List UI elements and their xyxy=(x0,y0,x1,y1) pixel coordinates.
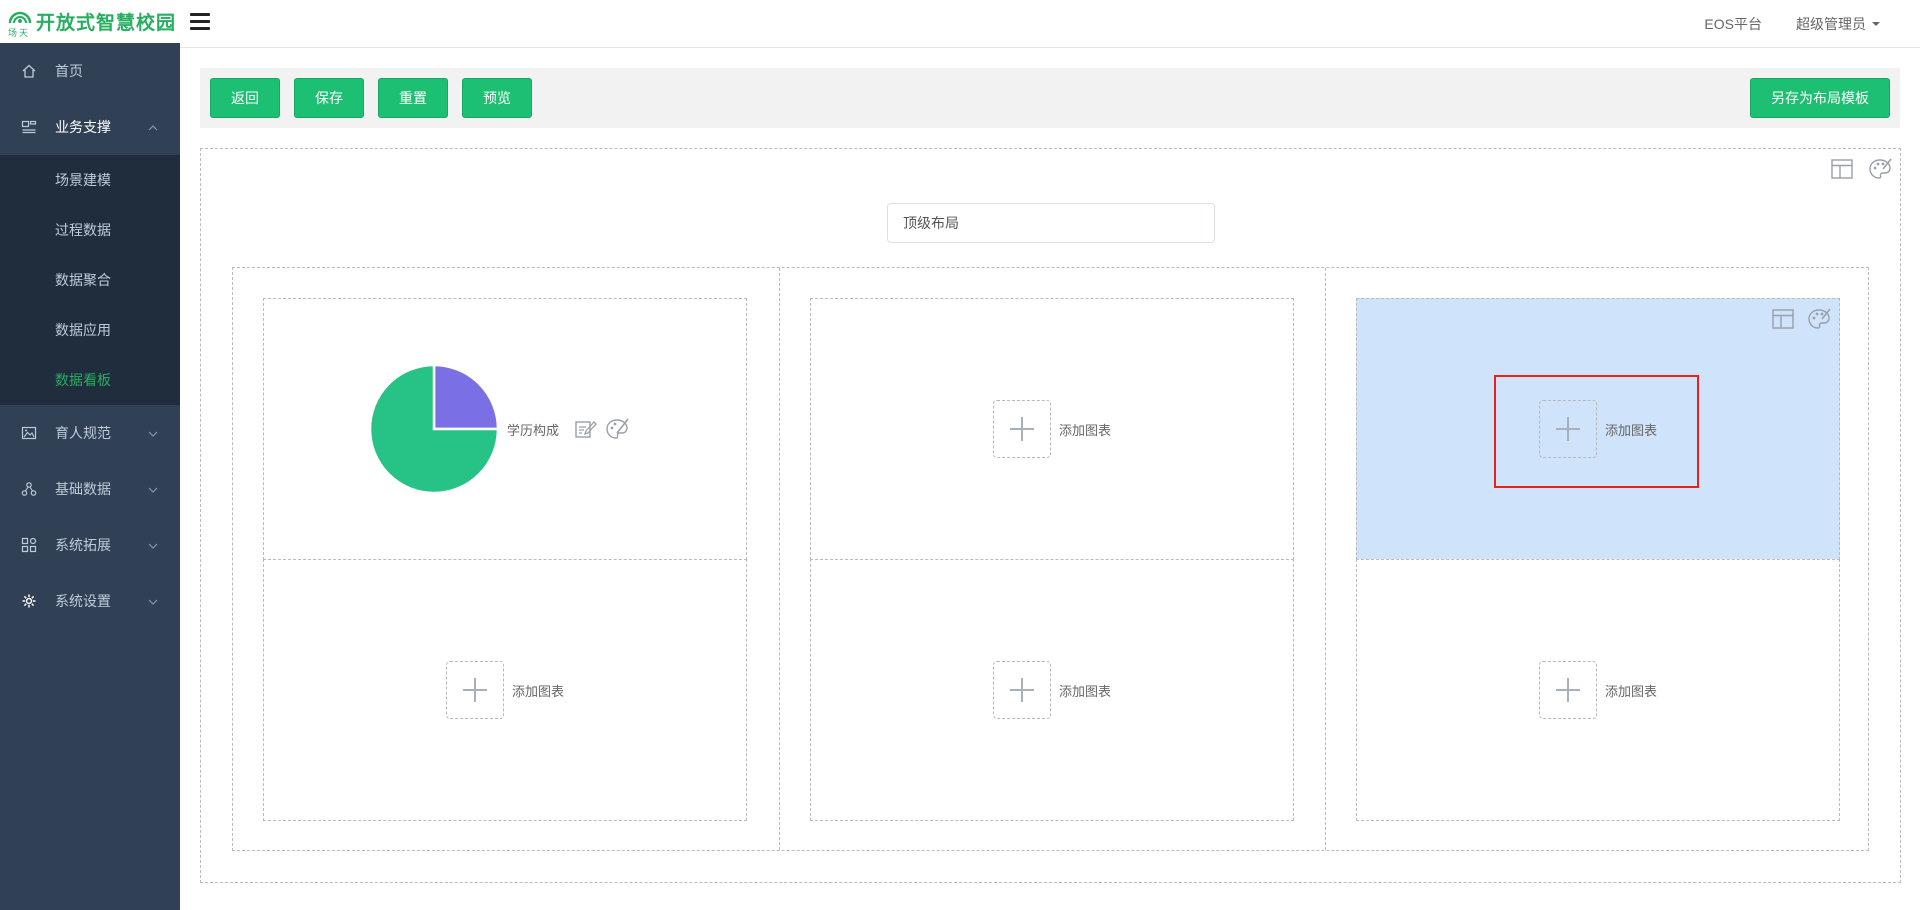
sidebar-item-label: 首页 xyxy=(55,63,83,79)
sidebar-item-system-extension[interactable]: 系统拓展 xyxy=(0,517,180,573)
layout-cell-1-2[interactable]: 添加图表 xyxy=(263,559,747,821)
sidebar-item-home[interactable]: 首页 xyxy=(0,43,180,99)
sidebar-item-business-support[interactable]: 业务支撑 xyxy=(0,99,180,155)
sidebar-item-label: 业务支撑 xyxy=(55,119,111,135)
pie-chart xyxy=(369,364,499,494)
layout-canvas: 学历构成 添加图表 xyxy=(200,148,1901,883)
layout-title-input[interactable] xyxy=(887,203,1215,243)
app-title: 开放式智慧校园 xyxy=(36,12,177,34)
plus-icon xyxy=(992,661,1051,719)
top-navbar: EOS平台 超级管理员 xyxy=(180,0,1920,48)
sidebar-item-education-norms[interactable]: 育人规范 xyxy=(0,405,180,461)
svg-text:天: 天 xyxy=(19,29,28,37)
save-button[interactable]: 保存 xyxy=(294,78,364,118)
sidebar-item-label: 系统拓展 xyxy=(55,537,111,553)
add-chart-button[interactable]: 添加图表 xyxy=(992,661,1112,719)
layout-column-2: 添加图表 添加图表 xyxy=(779,268,1325,850)
image-icon xyxy=(20,424,38,442)
submenu-business-support: 场景建模 过程数据 数据聚合 数据应用 数据看板 xyxy=(0,155,180,405)
grid-icon xyxy=(20,536,38,554)
layout-cell-3-1[interactable]: 添加图表 xyxy=(1356,298,1840,560)
add-chart-label: 添加图表 xyxy=(1058,683,1112,699)
add-chart-button[interactable]: 添加图表 xyxy=(445,661,565,719)
sidebar-item-data-dashboard[interactable]: 数据看板 xyxy=(0,355,180,405)
sidebar-item-scene-modeling[interactable]: 场景建模 xyxy=(0,155,180,205)
sidebar-item-process-data[interactable]: 过程数据 xyxy=(0,205,180,255)
add-chart-label: 添加图表 xyxy=(1604,683,1658,699)
sidebar-item-system-settings[interactable]: 系统设置 xyxy=(0,573,180,629)
sidebar-item-label: 育人规范 xyxy=(55,425,111,441)
back-button[interactable]: 返回 xyxy=(210,78,280,118)
layout-cell-2-1[interactable]: 添加图表 xyxy=(810,298,1294,560)
add-chart-button[interactable]: 添加图表 xyxy=(992,400,1112,458)
palette-icon[interactable] xyxy=(605,417,629,441)
chart-widget[interactable]: 学历构成 xyxy=(369,364,629,494)
sidebar: 场 天 开放式智慧校园 首页 业务支撑 场景建模 过程数据 数据聚合 数据应用 … xyxy=(0,0,180,910)
layout-column-1: 学历构成 添加图表 xyxy=(233,268,779,850)
add-chart-button[interactable]: 添加图表 xyxy=(1538,661,1658,719)
layout-icon[interactable] xyxy=(1830,157,1854,181)
palette-icon[interactable] xyxy=(1807,307,1831,331)
chevron-down-icon xyxy=(147,427,159,439)
pie-slice-1 xyxy=(432,364,499,431)
sidebar-item-label: 系统设置 xyxy=(55,593,111,609)
canvas-tools xyxy=(1830,157,1892,181)
editor-toolbar: 返回 保存 重置 预览 另存为布局模板 xyxy=(200,68,1900,128)
layout-cell-1-1[interactable]: 学历构成 xyxy=(263,298,747,560)
nodes-icon xyxy=(20,480,38,498)
navbar-right: EOS平台 超级管理员 xyxy=(1704,0,1920,48)
plus-icon xyxy=(1538,661,1597,719)
user-menu[interactable]: 超级管理员 xyxy=(1796,14,1880,34)
add-chart-label: 添加图表 xyxy=(511,683,565,699)
eos-platform-link[interactable]: EOS平台 xyxy=(1704,14,1762,34)
hamburger-menu-icon[interactable] xyxy=(190,13,210,31)
edit-icon[interactable] xyxy=(573,417,597,441)
chevron-down-icon xyxy=(147,483,159,495)
selection-highlight xyxy=(1494,375,1699,488)
sidebar-item-data-aggregation[interactable]: 数据聚合 xyxy=(0,255,180,305)
caret-down-icon xyxy=(1872,22,1880,26)
plus-icon xyxy=(445,661,504,719)
add-chart-label: 添加图表 xyxy=(1058,422,1112,438)
save-as-template-button[interactable]: 另存为布局模板 xyxy=(1750,78,1890,118)
settings-icon xyxy=(20,592,38,610)
sidebar-item-basic-data[interactable]: 基础数据 xyxy=(0,461,180,517)
reset-button[interactable]: 重置 xyxy=(378,78,448,118)
chart-title: 学历构成 xyxy=(507,422,560,438)
layout-column-3: 添加图表 添加图表 xyxy=(1325,268,1868,850)
home-icon xyxy=(20,62,38,80)
chevron-up-icon xyxy=(147,121,159,133)
dashboard-icon xyxy=(20,118,38,136)
sidebar-item-data-application[interactable]: 数据应用 xyxy=(0,305,180,355)
layout-grid: 学历构成 添加图表 添加图表 添加图表 添加图表 添加图表 xyxy=(232,267,1869,851)
plus-icon xyxy=(992,400,1051,458)
preview-button[interactable]: 预览 xyxy=(462,78,532,118)
layout-cell-3-2[interactable]: 添加图表 xyxy=(1356,559,1840,821)
cell-tools xyxy=(1771,307,1831,331)
chevron-down-icon xyxy=(147,539,159,551)
sidebar-item-label: 基础数据 xyxy=(55,481,111,497)
user-name: 超级管理员 xyxy=(1796,16,1866,32)
palette-icon[interactable] xyxy=(1868,157,1892,181)
chevron-down-icon xyxy=(147,595,159,607)
logo[interactable]: 场 天 开放式智慧校园 xyxy=(0,0,180,43)
layout-icon[interactable] xyxy=(1771,307,1795,331)
svg-text:场: 场 xyxy=(8,28,17,37)
logo-icon: 场 天 xyxy=(6,7,34,39)
layout-cell-2-2[interactable]: 添加图表 xyxy=(810,559,1294,821)
